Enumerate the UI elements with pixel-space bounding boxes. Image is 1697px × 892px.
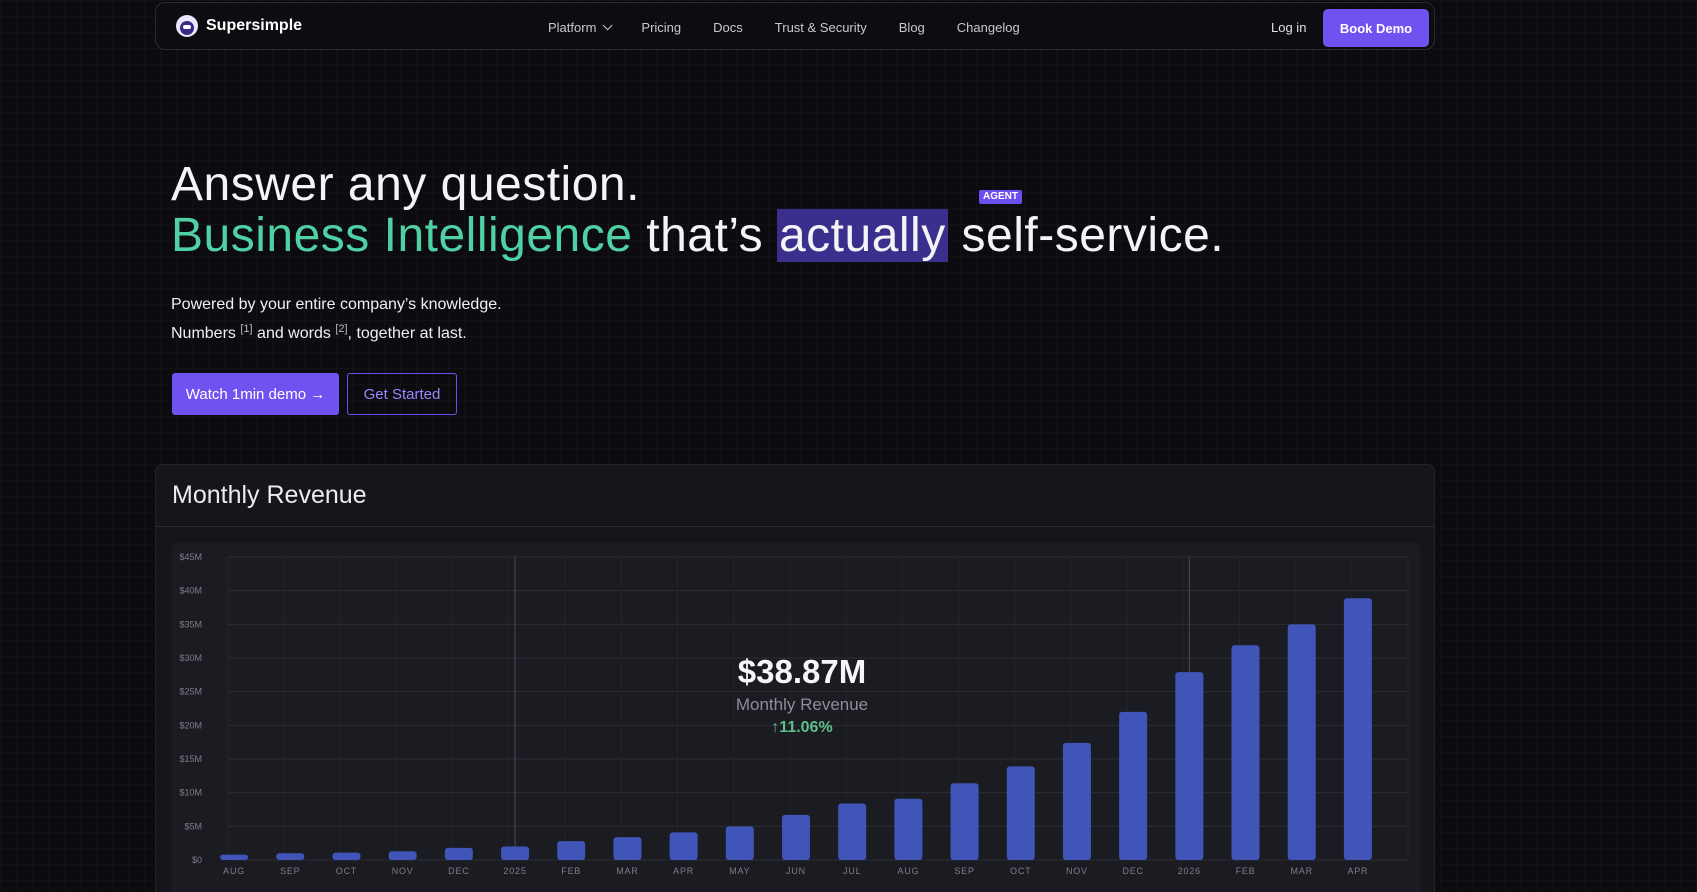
x-tick-label: SEP [280,866,300,876]
bar [1006,766,1035,860]
hero-subtitle: Powered by your entire company’s knowled… [171,293,502,346]
bar [501,846,530,860]
x-tick-label: DEC [1122,866,1143,876]
nav-link-trust-security[interactable]: Trust & Security [775,20,867,35]
x-tick-label: 2026 [1178,866,1201,876]
x-tick-label: AUG [223,866,245,876]
bar [838,803,867,860]
x-tick-label: DEC [448,866,469,876]
bar [388,851,417,860]
bar [332,852,361,860]
x-tick-label: AUG [897,866,919,876]
x-tick-label: MAR [1291,866,1313,876]
bar [1287,624,1316,860]
card-title: Monthly Revenue [172,481,367,509]
y-tick-label: $45M [179,552,202,562]
sub-together: , together at last. [347,325,467,342]
x-tick-label: APR [1347,866,1368,876]
sub-numbers: Numbers [171,325,241,342]
bar [669,832,698,860]
nav-link-docs[interactable]: Docs [713,20,743,35]
y-tick-label: $20M [179,720,202,730]
x-tick-label: NOV [392,866,414,876]
hero-headline-line1: Answer any question. [171,158,640,211]
book-demo-button[interactable]: Book Demo [1323,9,1429,47]
bar [444,847,473,860]
brand[interactable]: Supersimple [176,15,302,37]
hero-mid-text: that’s [632,209,777,262]
x-tick-label: FEB [561,866,581,876]
hero-accent-text: Business Intelligence [171,209,633,262]
y-tick-label: $10M [179,788,202,798]
bar [557,841,586,860]
hero-highlight-text: actually [776,209,948,262]
hero-subtitle-line2: Numbers [1] and words [2], together at l… [171,317,502,346]
nav-link-changelog[interactable]: Changelog [957,20,1020,35]
divider [156,526,1434,527]
overlay-label: Monthly Revenue [735,695,869,714]
x-tick-label: MAR [616,866,638,876]
y-tick-label: $25M [179,687,202,697]
chart-overlay: $38.87M Monthly Revenue ↑11.06% [712,653,892,737]
bar [1062,742,1091,860]
x-tick-label: JUN [786,866,806,876]
y-tick-label: $5M [184,821,202,831]
x-tick-label: 2025 [503,866,526,876]
nav-link-platform[interactable]: Platform [548,20,613,35]
brand-name: Supersimple [206,17,303,34]
bar [276,853,305,860]
top-navbar: Supersimple Platform Pricing Docs Trust … [155,2,1435,50]
watch-demo-button[interactable]: Watch 1min demo → [172,373,339,415]
bar [950,783,979,860]
hero-subtitle-line1: Powered by your entire company’s knowled… [171,296,502,313]
y-tick-label: $40M [179,586,202,596]
overlay-change: ↑11.06% [771,719,833,736]
footnote-1-link[interactable]: [1] [240,323,252,335]
x-tick-label: JUL [843,866,861,876]
nav-link-platform-label: Platform [548,20,597,35]
x-tick-label: OCT [336,866,357,876]
x-tick-label: SEP [954,866,974,876]
chevron-down-icon [603,20,613,31]
x-tick-label: MAY [729,866,750,876]
sub-words: and words [252,325,336,342]
hero-headline-line2: Business Intelligence that’s actually se… [171,208,1224,263]
nav-link-pricing[interactable]: Pricing [641,20,681,35]
overlay-value: $38.87M [737,653,867,690]
get-started-button[interactable]: Get Started [347,373,457,415]
bar [725,826,754,860]
x-tick-label: FEB [1236,866,1256,876]
agent-tag: AGENT [979,190,1022,204]
y-tick-label: $35M [179,619,202,629]
y-tick-label: $30M [179,653,202,663]
nav-link-blog[interactable]: Blog [899,20,925,35]
x-tick-label: APR [673,866,694,876]
hero-end-text: self-service. [947,209,1225,262]
x-tick-label: NOV [1066,866,1088,876]
bar [220,854,249,860]
bar [1231,645,1260,860]
x-tick-label: OCT [1010,866,1031,876]
nav-links: Platform Pricing Docs Trust & Security B… [548,20,1052,35]
bar [1175,672,1204,860]
bar [782,814,810,860]
bar [1343,598,1372,860]
footnote-2-link[interactable]: [2] [335,323,347,335]
logo-icon [176,15,198,37]
login-link[interactable]: Log in [1271,20,1306,35]
monthly-revenue-card: Monthly Revenue $0 $5M $10M $15M $20M $25M $30… [155,464,1435,892]
bar [894,798,923,860]
revenue-chart[interactable]: $0 $5M $10M $15M $20M $25M $30M $35M $40M $45M AUG… [172,543,1420,892]
bar [1119,711,1148,860]
y-tick-label: $0 [192,855,202,865]
bar [613,837,642,860]
y-tick-label: $15M [179,754,202,764]
